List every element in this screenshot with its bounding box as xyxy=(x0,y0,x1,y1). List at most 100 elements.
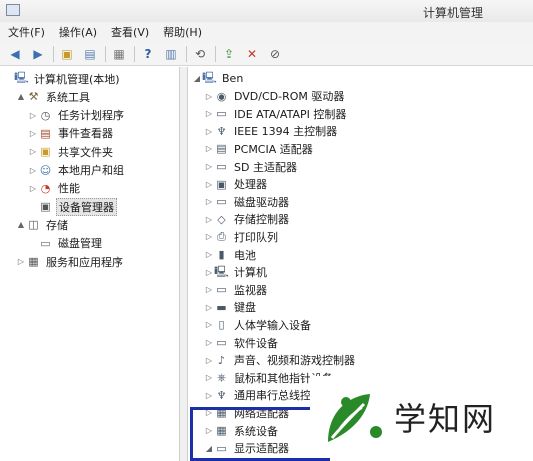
device-category-icon: ▣ xyxy=(216,177,227,191)
performance-icon: ◔ xyxy=(40,181,51,195)
expand-arrow-icon[interactable]: ▷ xyxy=(28,111,38,120)
device-category-label: 存储控制器 xyxy=(234,213,289,227)
expand-arrow-icon[interactable]: ▷ xyxy=(28,147,38,156)
expand-arrow-icon[interactable]: ▷ xyxy=(28,129,38,138)
expand-arrow-icon[interactable]: ▷ xyxy=(28,184,38,193)
show-hide-tree-icon[interactable]: ▤ xyxy=(81,45,99,63)
console-tree-item[interactable]: ▭ 磁盘管理 xyxy=(28,235,104,252)
menu-view[interactable]: 查看(V) xyxy=(111,24,149,40)
expand-arrow-icon[interactable]: ▷ xyxy=(204,92,214,101)
console-tree-item[interactable]: ▷ ▤ 事件查看器 xyxy=(28,125,115,142)
device-category-icon: ⎈ xyxy=(217,370,226,384)
expand-arrow-icon[interactable]: ▷ xyxy=(28,166,38,175)
console-tree-item[interactable]: ▷ ▣ 共享文件夹 xyxy=(28,143,115,160)
device-category[interactable]: ▷ ▤ PCMCIA 适配器 xyxy=(204,140,315,157)
device-category-label: PCMCIA 适配器 xyxy=(234,142,313,156)
device-category[interactable]: ▷ ▭ 软件设备 xyxy=(204,334,280,351)
expand-arrow-icon[interactable]: ▷ xyxy=(204,109,214,118)
scan-hardware-icon[interactable]: ⟲ xyxy=(191,45,209,63)
back-icon[interactable]: ◀ xyxy=(6,45,24,63)
disable-device-icon[interactable]: ⊘ xyxy=(266,45,284,63)
menu-file[interactable]: 文件(F) xyxy=(8,24,45,40)
expand-arrow-icon[interactable]: ▷ xyxy=(204,338,214,347)
collapse-arrow-icon[interactable]: ◢ xyxy=(192,74,202,83)
console-tree-item[interactable]: ▲ ◫ 存储 xyxy=(16,216,70,233)
device-category[interactable]: ▷ 🖳 计算机 xyxy=(204,264,269,281)
console-tree-item-label: 设备管理器 xyxy=(56,197,117,216)
pane-splitter[interactable] xyxy=(180,67,187,461)
device-category-icon: ▬ xyxy=(216,300,227,314)
device-category[interactable]: ▷ ▭ IDE ATA/ATAPI 控制器 xyxy=(204,105,348,122)
menu-action[interactable]: 操作(A) xyxy=(59,24,97,40)
console-tree-item-label: 磁盘管理 xyxy=(58,237,102,251)
up-folder-icon[interactable]: ▣ xyxy=(58,45,76,63)
forward-icon[interactable]: ▶ xyxy=(29,45,47,63)
expand-arrow-icon[interactable]: ▷ xyxy=(204,232,214,241)
device-category[interactable]: ▷ ♆ IEEE 1394 主控制器 xyxy=(204,123,339,140)
expand-arrow-icon[interactable]: ▷ xyxy=(204,303,214,312)
expand-arrow-icon[interactable]: ▷ xyxy=(204,250,214,259)
expand-arrow-icon[interactable]: ▷ xyxy=(204,162,214,171)
toolbar-separator xyxy=(186,45,187,62)
expand-arrow-icon[interactable]: ▷ xyxy=(204,268,214,277)
console-tree: 🖳 计算机管理(本地) ▲ ⚒ 系统工具 ▷ ◷ 任务计划程序 ▷ ▤ 事件查看器 ▷ ▣ 共享文件夹 ▷ ☺… xyxy=(0,67,180,461)
device-category[interactable]: ▷ ◇ 存储控制器 xyxy=(204,211,291,228)
device-category[interactable]: ▷ ▣ 处理器 xyxy=(204,176,269,193)
collapse-arrow-icon[interactable]: ▲ xyxy=(16,92,26,101)
uninstall-device-icon[interactable]: ✕ xyxy=(243,45,261,63)
expand-arrow-icon[interactable]: ▷ xyxy=(204,356,214,365)
device-category-icon: ⎙ xyxy=(217,229,226,243)
device-category-icon: ♆ xyxy=(216,124,227,138)
update-driver-icon[interactable]: ⇪ xyxy=(220,45,238,63)
console-tree-item[interactable]: ▷ ◷ 任务计划程序 xyxy=(28,107,126,124)
clock-icon: ◷ xyxy=(40,108,51,122)
device-category-icon: ▮ xyxy=(218,248,225,261)
expand-arrow-icon[interactable]: ▷ xyxy=(16,257,26,266)
properties-icon[interactable]: ▦ xyxy=(110,45,128,63)
expand-arrow-icon[interactable]: ▷ xyxy=(204,197,214,206)
console-tree-item[interactable]: ▲ ⚒ 系统工具 xyxy=(16,88,92,105)
console-tree-item[interactable]: 🖳 计算机管理(本地) xyxy=(4,70,122,87)
console-tree-item[interactable]: ▷ ▦ 服务和应用程序 xyxy=(16,253,125,270)
device-category[interactable]: ▷ ▭ 监视器 xyxy=(204,281,269,298)
device-category-label: 人体学输入设备 xyxy=(234,318,311,332)
device-category[interactable]: ▷ ▭ SD 主适配器 xyxy=(204,158,299,175)
device-category-label: 电池 xyxy=(234,248,256,262)
console-tree-item[interactable]: ▣ 设备管理器 xyxy=(28,197,117,216)
expand-arrow-icon[interactable]: ▷ xyxy=(204,127,214,136)
expand-arrow-icon[interactable]: ▷ xyxy=(204,391,214,400)
computer-management-icon: 🖳 xyxy=(14,71,29,84)
device-category-label: 打印队列 xyxy=(234,230,278,244)
device-category[interactable]: ▷ ⎙ 打印队列 xyxy=(204,228,280,245)
device-category[interactable]: ▷ ♪ 声音、视频和游戏控制器 xyxy=(204,352,357,369)
console-tree-item[interactable]: ▷ ◔ 性能 xyxy=(28,180,82,197)
help-icon[interactable]: ? xyxy=(139,45,157,63)
device-category[interactable]: ▷ ▯ 人体学输入设备 xyxy=(204,316,313,333)
device-tree-root[interactable]: ◢ 🖳 Ben xyxy=(192,70,245,87)
device-category-icon: ▤ xyxy=(216,142,227,156)
device-category-label: 处理器 xyxy=(234,178,267,192)
expand-arrow-icon[interactable]: ▷ xyxy=(204,144,214,153)
console-tree-item-label: 共享文件夹 xyxy=(58,145,113,159)
device-category-label: IDE ATA/ATAPI 控制器 xyxy=(234,107,347,121)
expand-arrow-icon[interactable]: ▷ xyxy=(204,320,214,329)
leaf-logo-icon xyxy=(328,394,382,442)
menu-bar: 文件(F) 操作(A) 查看(V) 帮助(H) xyxy=(0,22,533,42)
console-tree-item-label: 服务和应用程序 xyxy=(46,255,123,269)
collapse-arrow-icon[interactable]: ▲ xyxy=(16,220,26,229)
device-category[interactable]: ▷ ▬ 键盘 xyxy=(204,299,258,316)
view-icon[interactable]: ▥ xyxy=(162,45,180,63)
expand-arrow-icon[interactable]: ▷ xyxy=(204,373,214,382)
device-category[interactable]: ▷ ◉ DVD/CD-ROM 驱动器 xyxy=(204,88,346,105)
device-category-label: 磁盘驱动器 xyxy=(234,195,289,209)
device-category-label: SD 主适配器 xyxy=(234,160,297,174)
expand-arrow-icon[interactable]: ▷ xyxy=(204,215,214,224)
expand-arrow-icon[interactable]: ▷ xyxy=(204,285,214,294)
console-tree-item[interactable]: ▷ ☺ 本地用户和组 xyxy=(28,162,126,179)
expand-arrow-icon[interactable]: ▷ xyxy=(204,180,214,189)
device-category[interactable]: ▷ ▭ 磁盘驱动器 xyxy=(204,193,291,210)
device-category[interactable]: ▷ ▮ 电池 xyxy=(204,246,258,263)
menu-help[interactable]: 帮助(H) xyxy=(163,24,202,40)
toolbar-separator xyxy=(134,45,135,62)
title-bar: 计算机管理 xyxy=(0,0,533,22)
